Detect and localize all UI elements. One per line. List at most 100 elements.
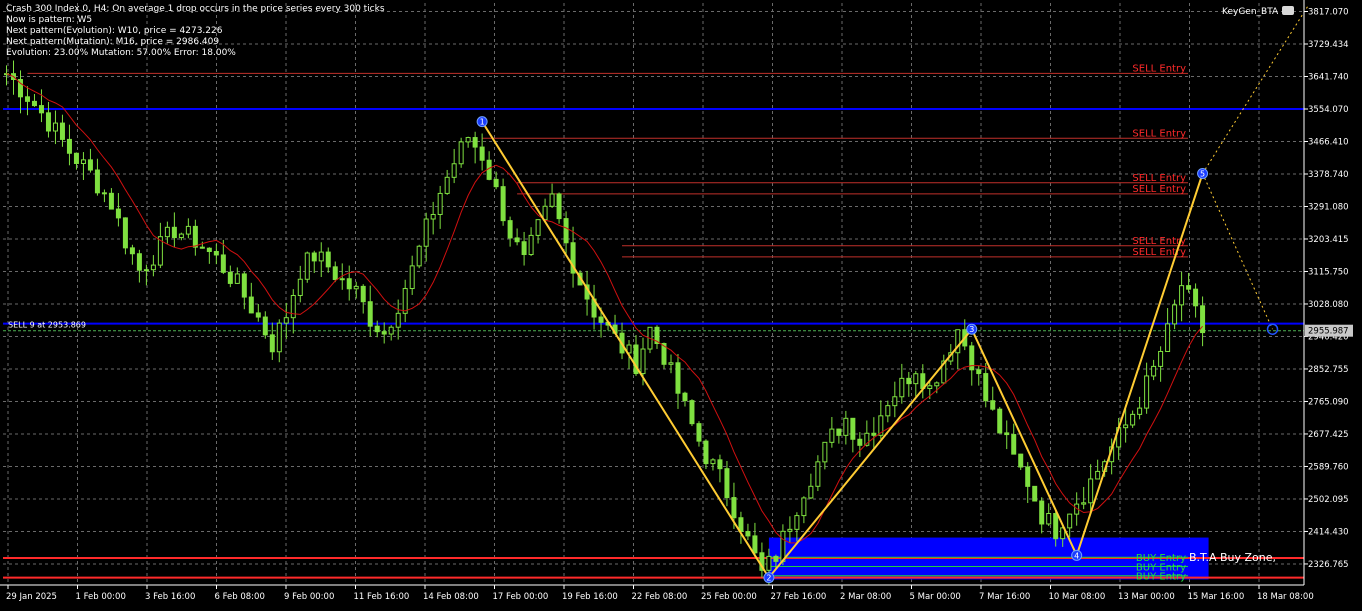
moving-average-line [6, 73, 1203, 544]
candle-body [269, 334, 275, 353]
candle-body [1025, 466, 1031, 487]
candle-body [353, 285, 359, 290]
candle-body [843, 417, 849, 436]
candle-body [766, 555, 772, 571]
candle-body [675, 362, 681, 394]
info-line-evolution: Next pattern(Evolution): W10, price = 42… [6, 26, 223, 36]
candle-body [1130, 413, 1136, 426]
projection-line [1202, 173, 1273, 330]
candle-body [780, 530, 786, 562]
candle-body [500, 186, 506, 222]
candle-body [430, 213, 436, 220]
candle-body [1011, 434, 1017, 455]
candle-body [220, 254, 226, 273]
candle-body [115, 208, 121, 219]
price-tick-label: 3554.070 [1308, 105, 1349, 115]
candle-body [1095, 470, 1101, 480]
candle-body [1123, 424, 1129, 429]
candle-body [206, 247, 212, 252]
candle-body [1018, 453, 1024, 468]
candle-body [87, 159, 93, 171]
candle-body [710, 459, 716, 465]
price-tick-label: 3291.080 [1308, 202, 1349, 212]
pivot-label: 1 [480, 118, 485, 127]
date-tick-label: 6 Feb 08:00 [215, 592, 265, 602]
candle-body [241, 273, 247, 298]
date-tick-label: 14 Feb 08:00 [423, 592, 479, 602]
candle-body [248, 296, 254, 314]
candle-body [381, 331, 387, 335]
candle-body [444, 176, 450, 194]
date-tick-label: 18 Mar 08:00 [1257, 592, 1314, 602]
candle-body [752, 535, 758, 554]
date-tick-label: 1 Feb 00:00 [76, 592, 126, 602]
candle-body [1179, 285, 1185, 306]
candle-body [150, 264, 156, 271]
date-tick-label: 10 Mar 08:00 [1049, 592, 1106, 602]
price-tick-label: 3729.434 [1308, 40, 1349, 50]
candle-body [1165, 323, 1171, 352]
pivot-label: 5 [1200, 170, 1205, 179]
candle-body [213, 250, 219, 256]
sell-entry-label: SELL Entry [1132, 63, 1186, 74]
candle-body [822, 441, 828, 463]
candle-body [871, 432, 877, 436]
candle-body [731, 497, 737, 519]
candle-body [255, 312, 261, 318]
price-tick-label: 2414.430 [1308, 527, 1349, 537]
date-tick-label: 5 Mar 00:00 [910, 592, 961, 602]
candle-body [808, 485, 814, 499]
price-tick-label: 2765.090 [1308, 397, 1349, 407]
candle-body [276, 322, 282, 353]
candle-body [311, 252, 317, 262]
candle-body [521, 241, 527, 256]
candle-body [535, 219, 541, 236]
candle-body [395, 312, 401, 328]
price-chart-svg[interactable]: SELL EntrySELL EntrySELL EntrySELL Entry… [0, 0, 1362, 607]
date-tick-label: 2 Mar 08:00 [840, 592, 891, 602]
candle-body [913, 373, 919, 385]
candle-body [1004, 432, 1010, 436]
price-tick-label: 3378.740 [1308, 170, 1349, 180]
candle-body [283, 317, 289, 324]
candle-body [423, 218, 429, 247]
info-line-pattern: Now is pattern: W5 [6, 15, 93, 25]
candle-body [227, 271, 233, 284]
candle-body [829, 428, 835, 443]
candle-body [199, 246, 205, 249]
candle-body [409, 265, 415, 290]
candle-body [1081, 502, 1087, 505]
candle-body [899, 377, 905, 398]
date-tick-label: 29 Jan 2025 [6, 592, 57, 602]
trading-chart[interactable]: SELL Entry SELL Entry SELL Entry SELL Entry… [0, 0, 1362, 607]
date-tick-label: 27 Feb 16:00 [771, 592, 827, 602]
graduation-cap-icon [1282, 6, 1295, 15]
candle-body [108, 192, 114, 210]
candle-body [1053, 513, 1059, 540]
candle-body [416, 245, 422, 267]
candle-body [297, 278, 303, 296]
candle-body [360, 285, 366, 303]
candle-body [1186, 285, 1192, 290]
candle-body [346, 278, 352, 290]
candle-body [66, 138, 72, 154]
candle-body [507, 220, 513, 239]
keygen-text: KeyGen_BTA [1222, 7, 1279, 17]
candle-body [906, 377, 912, 385]
keygen-label[interactable]: KeyGen_BTA [1222, 6, 1295, 17]
date-tick-label: 3 Feb 16:00 [145, 592, 195, 602]
date-tick-label: 13 Mar 00:00 [1118, 592, 1175, 602]
candle-body [549, 193, 555, 207]
candle-body [563, 218, 569, 244]
price-tick-label: 2589.760 [1308, 462, 1349, 472]
candle-body [1088, 478, 1094, 504]
candle-body [101, 192, 107, 195]
price-tick-label: 2852.755 [1308, 365, 1349, 375]
date-tick-label: 19 Feb 16:00 [562, 592, 618, 602]
buy-entry-label: BUY Entry [1136, 572, 1186, 583]
date-tick-label: 15 Mar 16:00 [1188, 592, 1245, 602]
candle-body [682, 392, 688, 402]
candle-body [437, 192, 443, 215]
candle-body [486, 159, 492, 180]
projection-up-line [1202, 6, 1308, 174]
